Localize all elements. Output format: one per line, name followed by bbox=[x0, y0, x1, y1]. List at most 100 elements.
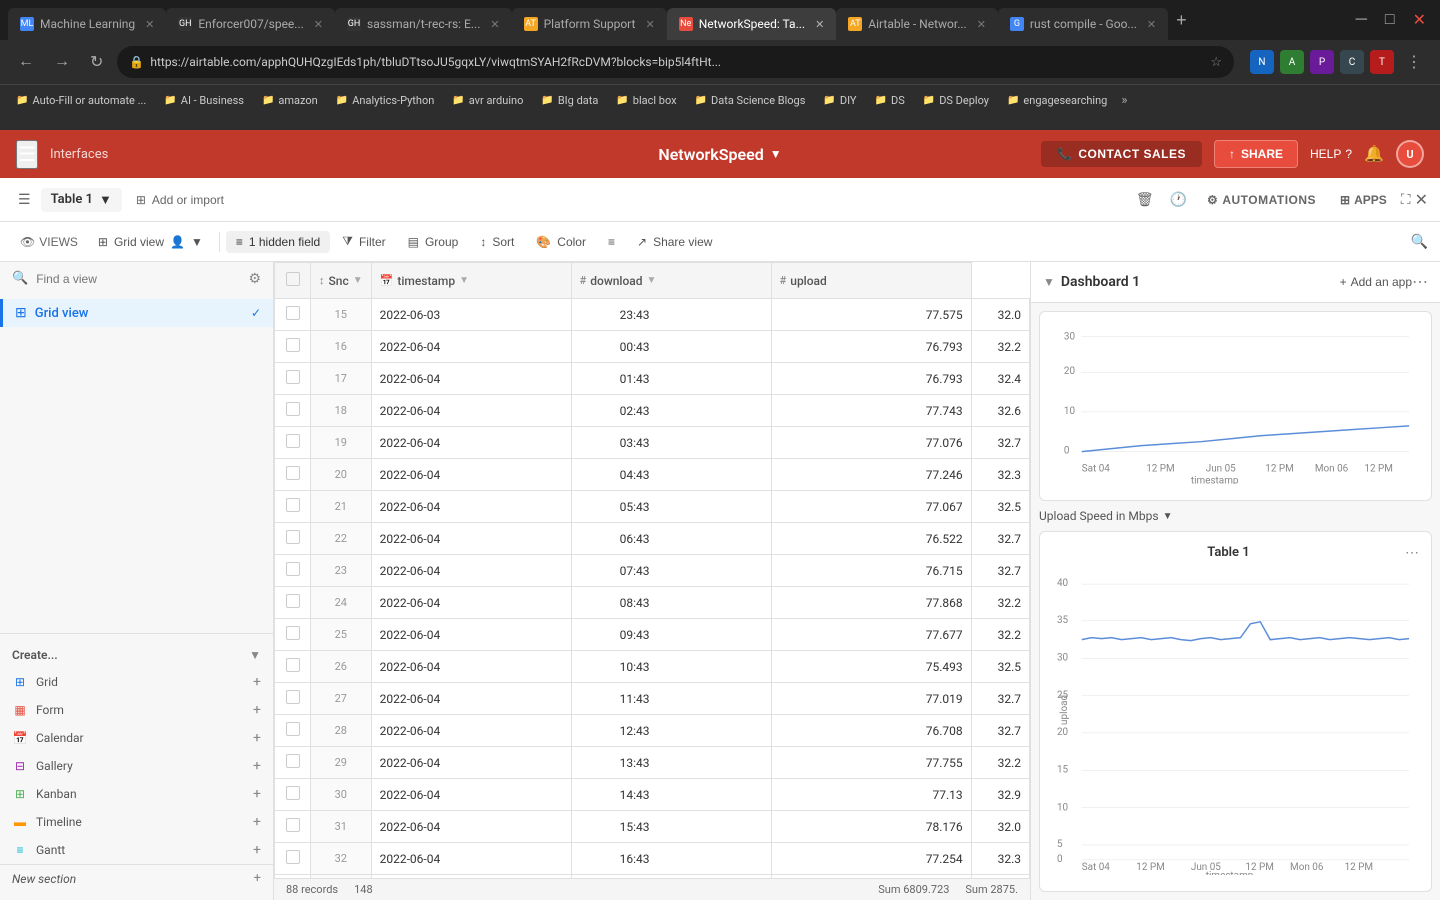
hidden-field-button[interactable]: ≡ 1 hidden field bbox=[226, 231, 330, 253]
row-checkbox-cell[interactable] bbox=[275, 747, 311, 779]
row-checkbox-cell[interactable] bbox=[275, 299, 311, 331]
tab-platform-support[interactable]: AT Platform Support ✕ bbox=[512, 8, 667, 40]
contact-sales-button[interactable]: 📞 CONTACT SALES bbox=[1041, 141, 1202, 167]
row-checkbox[interactable] bbox=[286, 338, 300, 352]
table-selector[interactable]: Table 1 ▼ bbox=[41, 188, 122, 212]
row-checkbox[interactable] bbox=[286, 626, 300, 640]
create-item-calendar-plus[interactable]: + bbox=[253, 730, 261, 746]
row-checkbox-cell[interactable] bbox=[275, 715, 311, 747]
sidebar-item-grid-view[interactable]: ⊞ Grid view ✓ bbox=[0, 299, 273, 327]
table-row[interactable]: 16 2022-06-04 00:43 76.793 32.2 bbox=[275, 331, 1030, 363]
bookmark-analytics[interactable]: 📁 Analytics-Python bbox=[328, 92, 443, 109]
new-tab-button[interactable]: + bbox=[1168, 10, 1195, 31]
bookmark-dsdeploy[interactable]: 📁 DS Deploy bbox=[915, 92, 997, 109]
bookmark-datascience[interactable]: 📁 Data Science Blogs bbox=[687, 92, 814, 109]
tab-rust[interactable]: G rust compile - Goo... ✕ bbox=[998, 8, 1168, 40]
row-checkbox[interactable] bbox=[286, 498, 300, 512]
row-height-button[interactable]: ≡ bbox=[598, 231, 625, 253]
ext-icon-5[interactable]: T bbox=[1370, 50, 1394, 74]
row-checkbox-cell[interactable] bbox=[275, 427, 311, 459]
row-checkbox-cell[interactable] bbox=[275, 619, 311, 651]
tab-networkspeed[interactable]: Ne NetworkSpeed: Ta... ✕ bbox=[667, 8, 837, 40]
tab-close-5[interactable]: ✕ bbox=[815, 18, 824, 31]
th-download-dropdown[interactable]: ▼ bbox=[647, 275, 657, 286]
create-section[interactable]: Create... ▼ bbox=[0, 642, 273, 668]
table-container[interactable]: ↕ Snc ▼ 📅 timestamp ▼ bbox=[274, 262, 1030, 878]
create-item-timeline-plus[interactable]: + bbox=[253, 814, 261, 830]
filter-button[interactable]: ⧩ Filter bbox=[332, 230, 395, 253]
user-avatar[interactable]: U bbox=[1396, 140, 1424, 168]
tab-close-6[interactable]: ✕ bbox=[977, 18, 986, 31]
share-view-button[interactable]: ↗ Share view bbox=[627, 231, 722, 253]
create-item-gallery-plus[interactable]: + bbox=[253, 758, 261, 774]
chart2-menu-button[interactable]: ⋯ bbox=[1405, 544, 1419, 561]
bookmark-diy[interactable]: 📁 DIY bbox=[815, 92, 864, 109]
table-row[interactable]: 21 2022-06-04 05:43 77.067 32.5 bbox=[275, 491, 1030, 523]
bookmark-blackbox[interactable]: 📁 blacl box bbox=[608, 92, 684, 109]
sort-button[interactable]: ↕ Sort bbox=[470, 231, 524, 253]
th-upload[interactable]: # upload bbox=[771, 263, 971, 299]
ext-icon-1[interactable]: N bbox=[1250, 50, 1274, 74]
table-row[interactable]: 15 2022-06-03 23:43 77.575 32.0 bbox=[275, 299, 1030, 331]
tab-close-3[interactable]: ✕ bbox=[490, 18, 499, 31]
row-checkbox[interactable] bbox=[286, 306, 300, 320]
header-checkbox[interactable] bbox=[286, 272, 300, 286]
table-row[interactable]: 31 2022-06-04 15:43 78.176 32.0 bbox=[275, 811, 1030, 843]
bookmark-ai-business[interactable]: 📁 AI - Business bbox=[156, 92, 252, 109]
help-button[interactable]: HELP ? bbox=[1310, 147, 1352, 161]
row-checkbox-cell[interactable] bbox=[275, 651, 311, 683]
ext-icon-3[interactable]: P bbox=[1310, 50, 1334, 74]
create-item-grid-plus[interactable]: + bbox=[253, 674, 261, 690]
hamburger-button[interactable]: ☰ bbox=[16, 140, 38, 169]
tab-machine-learning[interactable]: ML Machine Learning ✕ bbox=[8, 8, 166, 40]
row-checkbox-cell[interactable] bbox=[275, 843, 311, 875]
row-checkbox-cell[interactable] bbox=[275, 395, 311, 427]
th-snc-dropdown[interactable]: ▼ bbox=[353, 275, 363, 286]
row-checkbox[interactable] bbox=[286, 754, 300, 768]
table-row[interactable]: 20 2022-06-04 04:43 77.246 32.3 bbox=[275, 459, 1030, 491]
close-window-button[interactable]: ✕ bbox=[1407, 6, 1432, 34]
row-checkbox-cell[interactable] bbox=[275, 459, 311, 491]
apps-button[interactable]: ⊞ APPS bbox=[1330, 189, 1397, 211]
row-checkbox-cell[interactable] bbox=[275, 331, 311, 363]
close-panel-button[interactable]: ✕ bbox=[1415, 190, 1428, 210]
row-checkbox-cell[interactable] bbox=[275, 587, 311, 619]
sidebar-search-input[interactable] bbox=[36, 272, 240, 286]
row-checkbox[interactable] bbox=[286, 786, 300, 800]
row-checkbox-cell[interactable] bbox=[275, 555, 311, 587]
upload-speed-dropdown[interactable]: ▼ bbox=[1163, 511, 1173, 522]
reload-button[interactable]: ↻ bbox=[84, 48, 109, 76]
row-checkbox-cell[interactable] bbox=[275, 683, 311, 715]
tab-enforcer[interactable]: GH Enforcer007/spee... ✕ bbox=[166, 8, 335, 40]
table-row[interactable]: 27 2022-06-04 11:43 77.019 32.7 bbox=[275, 683, 1030, 715]
row-checkbox[interactable] bbox=[286, 850, 300, 864]
bookmark-bigdata[interactable]: 📁 BIg data bbox=[533, 92, 606, 109]
create-item-form[interactable]: ▦ Form + bbox=[0, 696, 273, 724]
row-checkbox[interactable] bbox=[286, 530, 300, 544]
views-button[interactable]: 👁 VIEWS bbox=[12, 231, 86, 253]
address-bar[interactable]: 🔒 https://airtable.com/apphQUHQzgIEds1ph… bbox=[117, 46, 1234, 78]
minimize-button[interactable]: ─ bbox=[1350, 7, 1373, 33]
table-row[interactable]: 25 2022-06-04 09:43 77.677 32.2 bbox=[275, 619, 1030, 651]
ext-icon-2[interactable]: A bbox=[1280, 50, 1304, 74]
add-import-button[interactable]: ⊞ Add or import bbox=[126, 189, 234, 211]
dashboard-menu-button[interactable]: ⋯ bbox=[1412, 272, 1428, 292]
share-button[interactable]: ↑ SHARE bbox=[1214, 140, 1298, 168]
create-item-gallery[interactable]: ⊟ Gallery + bbox=[0, 752, 273, 780]
bookmarks-more[interactable]: » bbox=[1117, 93, 1131, 108]
create-item-grid[interactable]: ⊞ Grid + bbox=[0, 668, 273, 696]
new-section[interactable]: New section + bbox=[0, 864, 273, 892]
fullscreen-button[interactable]: ⛶ bbox=[1401, 191, 1411, 208]
create-item-gantt[interactable]: ≡ Gantt + bbox=[0, 836, 273, 864]
ext-icon-4[interactable]: C bbox=[1340, 50, 1364, 74]
bookmark-ds[interactable]: 📁 DS bbox=[867, 92, 913, 109]
row-checkbox[interactable] bbox=[286, 562, 300, 576]
star-icon[interactable]: ☆ bbox=[1210, 55, 1222, 70]
table-row[interactable]: 29 2022-06-04 13:43 77.755 32.2 bbox=[275, 747, 1030, 779]
create-item-form-plus[interactable]: + bbox=[253, 702, 261, 718]
tab-close-7[interactable]: ✕ bbox=[1147, 18, 1156, 31]
th-timestamp[interactable]: 📅 timestamp ▼ bbox=[371, 263, 571, 299]
delete-button[interactable]: 🗑 bbox=[1130, 187, 1160, 212]
dashboard-toggle[interactable]: ▼ bbox=[1043, 275, 1055, 289]
sidebar-settings-button[interactable]: ⚙ bbox=[248, 270, 261, 287]
